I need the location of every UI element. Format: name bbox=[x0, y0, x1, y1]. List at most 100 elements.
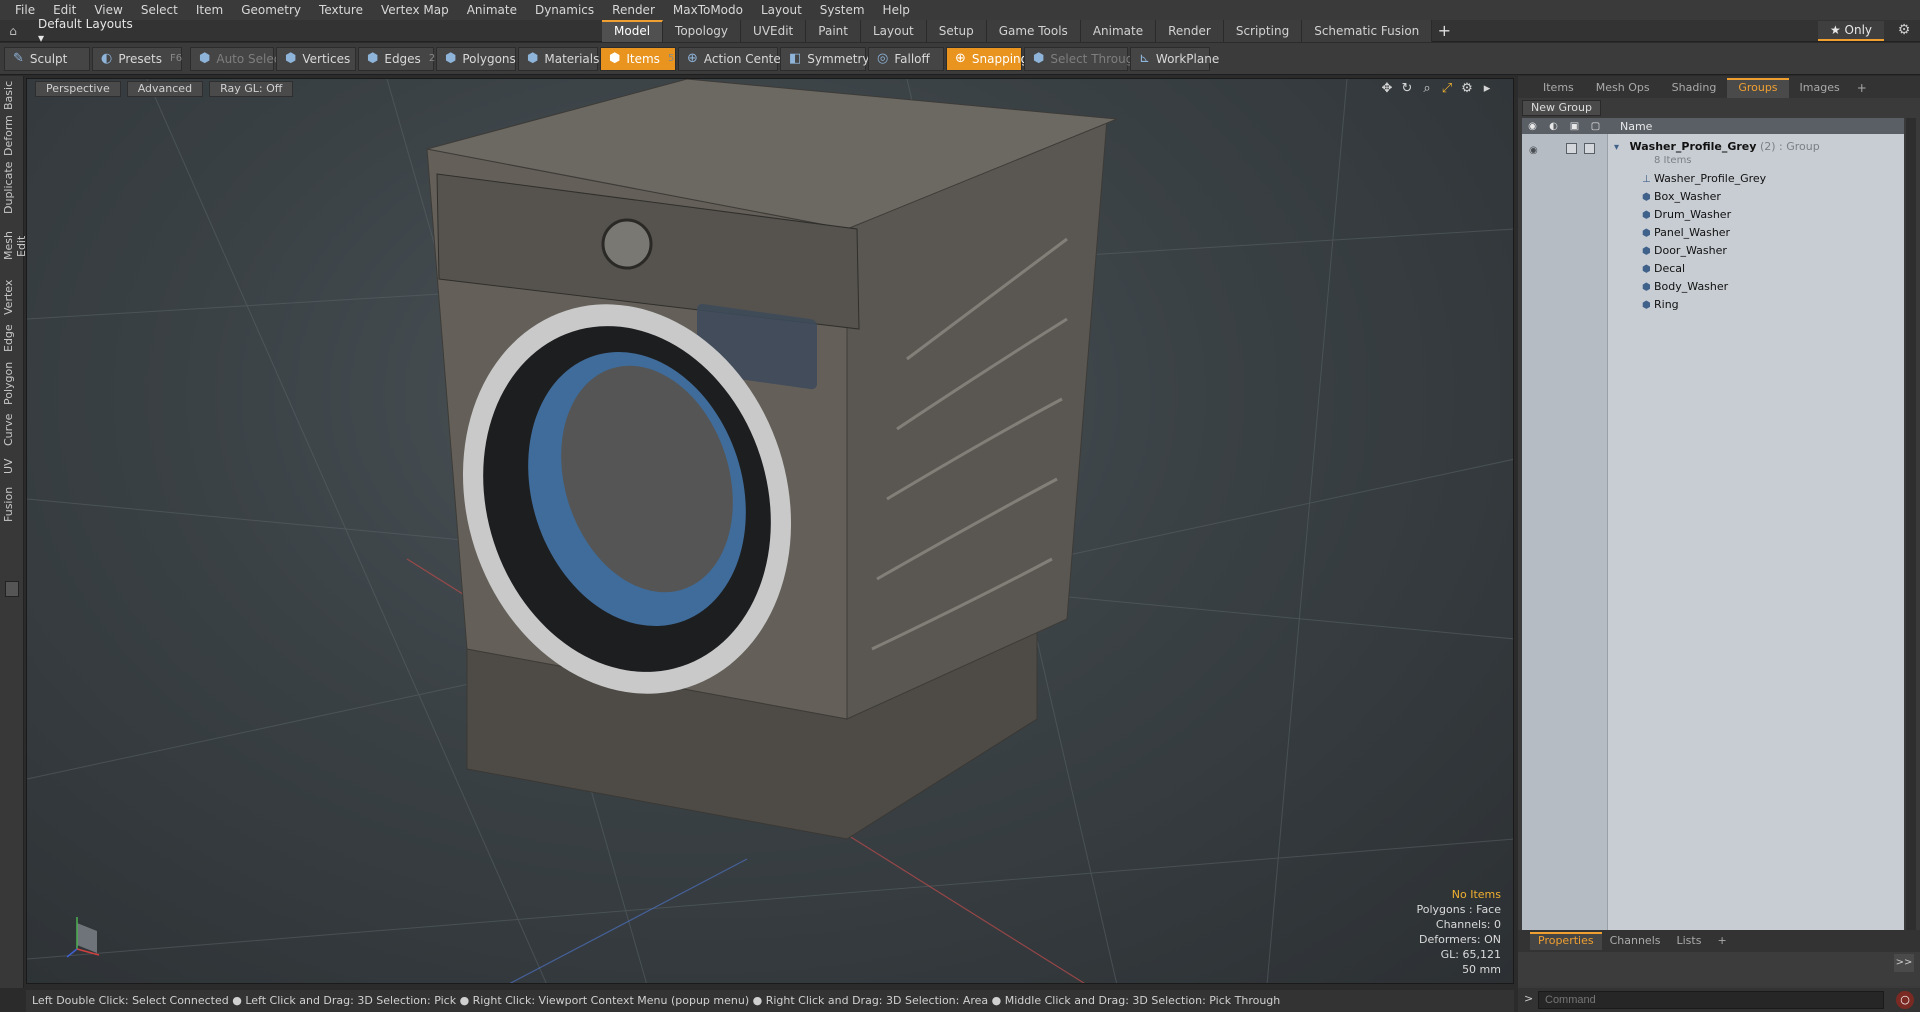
tab-mesh-ops[interactable]: Mesh Ops bbox=[1585, 78, 1661, 98]
new-group-button[interactable]: New Group bbox=[1522, 100, 1601, 116]
layout-tabs: Model Topology UVEdit Paint Layout Setup… bbox=[602, 20, 1456, 42]
vtab-duplicate[interactable]: Duplicate bbox=[2, 162, 22, 214]
menu-animate[interactable]: Animate bbox=[458, 0, 526, 20]
tab-groups[interactable]: Groups bbox=[1727, 78, 1789, 98]
pan-icon[interactable]: ✥ bbox=[1379, 81, 1395, 97]
menu-item[interactable]: Item bbox=[187, 0, 232, 20]
tab-layout[interactable]: Layout bbox=[860, 20, 927, 42]
vtab-uv[interactable]: UV bbox=[2, 454, 22, 478]
tab-render[interactable]: Render bbox=[1156, 20, 1224, 42]
tab-setup[interactable]: Setup bbox=[926, 20, 987, 42]
vtab-deform[interactable]: Deform bbox=[2, 115, 22, 156]
add-panel-tab-icon[interactable]: + bbox=[1851, 78, 1873, 98]
command-input[interactable] bbox=[1538, 991, 1884, 1009]
menu-system[interactable]: System bbox=[811, 0, 874, 20]
gear-icon[interactable]: ⚙ bbox=[1894, 22, 1914, 38]
menu-texture[interactable]: Texture bbox=[310, 0, 372, 20]
menu-vertex-map[interactable]: Vertex Map bbox=[372, 0, 458, 20]
menu-geometry[interactable]: Geometry bbox=[232, 0, 310, 20]
expand-icon[interactable]: >> bbox=[1894, 954, 1914, 972]
menu-bar: File Edit View Select Item Geometry Text… bbox=[0, 0, 1920, 20]
snapping-button[interactable]: ⊕ Snapping bbox=[946, 46, 1028, 71]
tab-uvedit[interactable]: UVEdit bbox=[741, 20, 807, 42]
menu-maxtomodo[interactable]: MaxToModo bbox=[664, 0, 752, 20]
3d-viewport[interactable]: Perspective Advanced Ray GL: Off ✥ ↻ ⌕ ⤢… bbox=[26, 78, 1514, 984]
layout-home-icon[interactable]: ⌂ bbox=[0, 24, 26, 38]
sculpt-button[interactable]: ✎ Sculpt bbox=[4, 46, 90, 71]
auto-select-button[interactable]: ⬢ Auto Select bbox=[190, 46, 285, 71]
group-count: (2) bbox=[1759, 140, 1776, 153]
layout-selector[interactable]: Default Layouts ▾ bbox=[26, 17, 136, 45]
menu-help[interactable]: Help bbox=[874, 0, 919, 20]
items-button[interactable]: ⬢ Items 5 bbox=[600, 46, 676, 71]
visibility-column-icon[interactable]: ◉ bbox=[1522, 121, 1543, 132]
tab-images[interactable]: Images bbox=[1789, 78, 1851, 98]
lock-column-icon[interactable]: ▣ bbox=[1564, 121, 1585, 132]
menu-layout[interactable]: Layout bbox=[752, 0, 811, 20]
shading-mode-button[interactable]: Advanced bbox=[126, 81, 204, 97]
tab-model[interactable]: Model bbox=[602, 20, 664, 42]
list-item[interactable]: ⬢ Drum_Washer bbox=[1522, 206, 1904, 224]
tab-topology[interactable]: Topology bbox=[663, 20, 742, 42]
polygons-button[interactable]: ⬢ Polygons bbox=[436, 46, 516, 71]
viewport-settings-icon[interactable]: ⚙ bbox=[1459, 81, 1475, 97]
vtab-curve[interactable]: Curve bbox=[2, 412, 22, 448]
list-item[interactable]: ⬢ Box_Washer bbox=[1522, 188, 1904, 206]
tab-animate[interactable]: Animate bbox=[1080, 20, 1157, 42]
viewport-menu-arrow-icon[interactable]: ▸ bbox=[1479, 81, 1495, 97]
strip-options-button[interactable] bbox=[5, 581, 19, 597]
only-toggle-button[interactable]: ★ Only bbox=[1818, 21, 1884, 41]
tab-shading[interactable]: Shading bbox=[1661, 78, 1728, 98]
group-select-checkbox[interactable] bbox=[1584, 143, 1595, 154]
menu-render[interactable]: Render bbox=[603, 0, 664, 20]
stop-icon[interactable]: ○ bbox=[1896, 991, 1914, 1009]
items-label: Items bbox=[626, 51, 660, 66]
list-item[interactable]: ⬢ Ring bbox=[1522, 296, 1904, 314]
list-item[interactable]: ⬢ Body_Washer bbox=[1522, 278, 1904, 296]
vertices-button[interactable]: ⬢Vertices1 bbox=[276, 46, 365, 71]
add-tab-icon[interactable]: + bbox=[1432, 20, 1456, 42]
action-center-button[interactable]: ⊕ Action Center bbox=[678, 46, 786, 71]
group-visibility-icon[interactable]: ◉ bbox=[1529, 142, 1538, 160]
menu-select[interactable]: Select bbox=[132, 0, 187, 20]
tab-scripting[interactable]: Scripting bbox=[1223, 20, 1303, 42]
name-column-header[interactable]: Name bbox=[1620, 120, 1652, 133]
rotate-icon[interactable]: ↻ bbox=[1399, 81, 1415, 97]
presets-button[interactable]: ◐ Presets F6 bbox=[92, 46, 182, 71]
group-lock-checkbox[interactable] bbox=[1566, 143, 1577, 154]
group-row[interactable]: ◉ ▾ Washer_Profile_Grey (2) : Group 8 It… bbox=[1522, 138, 1904, 168]
add-bottom-tab-icon[interactable]: + bbox=[1709, 932, 1734, 950]
select-through-button[interactable]: ⬢ Select Through bbox=[1024, 46, 1141, 71]
materials-button[interactable]: ⬢ Materials bbox=[518, 46, 599, 71]
workplane-button[interactable]: ⊾ WorkPlane bbox=[1130, 46, 1219, 71]
washer-model[interactable] bbox=[414, 79, 1118, 840]
tab-lists[interactable]: Lists bbox=[1669, 932, 1710, 950]
symmetry-button[interactable]: ◧ Symmetry bbox=[780, 46, 870, 71]
vtab-vertex[interactable]: Vertex bbox=[2, 278, 22, 316]
render-column-icon[interactable]: ◐ bbox=[1543, 121, 1564, 132]
menu-dynamics[interactable]: Dynamics bbox=[526, 0, 603, 20]
vtab-polygon[interactable]: Polygon bbox=[2, 360, 22, 406]
list-item[interactable]: ⊥ Washer_Profile_Grey bbox=[1522, 170, 1904, 188]
vtab-edge[interactable]: Edge bbox=[2, 322, 22, 354]
list-item[interactable]: ⬢ Panel_Washer bbox=[1522, 224, 1904, 242]
falloff-button[interactable]: ◎ Falloff bbox=[868, 46, 944, 71]
tab-game-tools[interactable]: Game Tools bbox=[986, 20, 1081, 42]
tab-properties[interactable]: Properties bbox=[1530, 932, 1602, 950]
list-item[interactable]: ⬢ Decal bbox=[1522, 260, 1904, 278]
tab-schematic-fusion[interactable]: Schematic Fusion bbox=[1302, 20, 1433, 42]
vtab-fusion[interactable]: Fusion bbox=[2, 484, 22, 524]
raygl-button[interactable]: Ray GL: Off bbox=[209, 81, 294, 97]
vtab-mesh-edit[interactable]: Mesh Edit bbox=[2, 220, 28, 272]
tab-channels[interactable]: Channels bbox=[1602, 932, 1669, 950]
view-mode-button[interactable]: Perspective bbox=[35, 81, 121, 97]
maximize-icon[interactable]: ⤢ bbox=[1439, 81, 1455, 97]
list-item[interactable]: ⬢ Door_Washer bbox=[1522, 242, 1904, 260]
tab-items[interactable]: Items bbox=[1532, 78, 1585, 98]
select-column-icon[interactable]: ▢ bbox=[1585, 121, 1606, 132]
vtab-basic[interactable]: Basic bbox=[2, 80, 22, 110]
groups-scrollbar[interactable] bbox=[1906, 118, 1916, 970]
edges-button[interactable]: ⬢ Edges 2 bbox=[358, 46, 435, 71]
tab-paint[interactable]: Paint bbox=[806, 20, 861, 42]
zoom-icon[interactable]: ⌕ bbox=[1419, 81, 1435, 97]
